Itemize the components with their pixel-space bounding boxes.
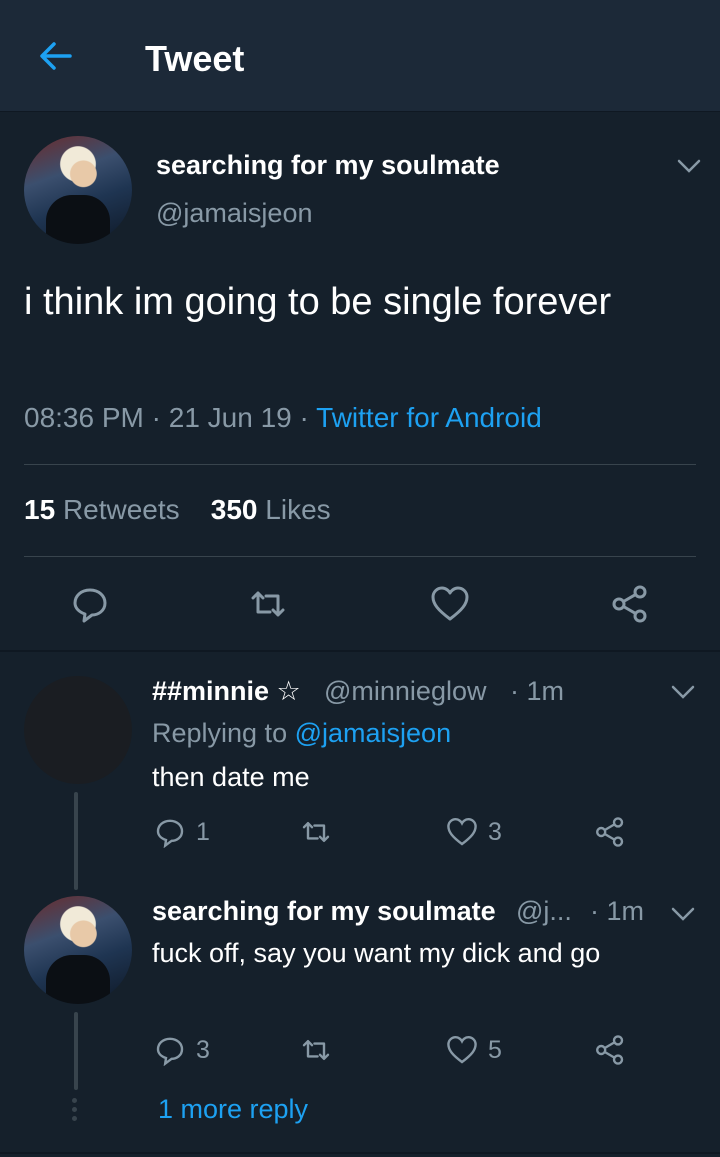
reply-count: 1 [196,817,210,846]
likes-label: Likes [265,494,331,525]
back-arrow-icon[interactable] [36,36,76,76]
section-divider [0,1152,720,1154]
tweet-time: 08:36 PM [24,402,144,433]
replying-prefix: Replying to [152,718,288,748]
like-button[interactable]: 5 [446,1034,502,1066]
tweet-date: 21 Jun 19 [168,402,292,433]
like-count: 3 [488,817,502,846]
author-name[interactable]: searching for my soulmate [156,150,500,181]
like-icon [447,817,477,846]
top-bar: Tweet [0,0,720,112]
share-icon[interactable] [610,584,650,624]
likes-count: 350 [210,494,258,525]
divider [24,556,696,557]
retweets-stat[interactable]: 15 Retweets [24,494,180,525]
chevron-down-icon[interactable] [670,906,696,922]
reply-time: · 1m [510,676,564,706]
author-handle[interactable]: @jamaisjeon [156,198,312,229]
reply-text: then date me [152,762,310,792]
more-replies-link[interactable]: 1 more reply [158,1094,308,1125]
reply-author-name[interactable]: searching for my soulmate [152,896,496,927]
share-icon [596,1035,624,1065]
reply-avatar[interactable] [24,676,132,784]
reply-button[interactable]: 3 [154,1034,210,1066]
meta-separator: · [151,402,161,433]
section-divider [0,650,720,652]
divider [24,464,696,465]
tweet-meta: 08:36 PM · 21 Jun 19 · Twitter for Andro… [24,402,542,434]
tweet-stats: 15 Retweets 350 Likes [24,494,331,526]
likes-stat[interactable]: 350 Likes [211,494,331,525]
tweet-source-link[interactable]: Twitter for Android [316,402,542,433]
like-button[interactable]: 3 [446,816,502,848]
reply-icon [156,819,184,848]
chevron-down-icon[interactable] [676,158,702,174]
reply-author-handle[interactable]: @minnieglow [324,676,486,707]
like-icon[interactable] [430,584,470,624]
reply-author-handle[interactable]: @j... [516,896,572,927]
retweet-button[interactable] [300,816,342,848]
tweet-text: i think im going to be single forever [24,281,612,323]
reply-button[interactable]: 1 [154,816,210,848]
author-avatar[interactable] [24,136,132,244]
reply-icon [156,1037,184,1066]
like-icon [447,1035,477,1064]
thread-dots [72,1098,78,1125]
retweet-icon[interactable] [248,584,288,624]
reply-author-name[interactable]: ##minnie ☆ [152,676,301,707]
replying-to: Replying to @jamaisjeon [152,718,451,749]
retweet-button[interactable] [300,1034,342,1066]
reply-avatar[interactable] [24,896,132,1004]
reply-time: · 1m [590,896,644,926]
reply-icon[interactable] [70,584,110,624]
retweets-count: 15 [24,494,56,525]
share-icon [596,817,624,847]
retweets-label: Retweets [62,494,180,525]
meta-separator: · [299,402,309,433]
share-button[interactable] [594,1034,626,1066]
retweet-icon [302,822,330,842]
thread-line [74,792,78,890]
share-button[interactable] [594,816,626,848]
page-title: Tweet [145,38,245,79]
thread-line [74,1012,78,1090]
replying-to-handle[interactable]: @jamaisjeon [295,718,451,748]
like-count: 5 [488,1035,502,1064]
chevron-down-icon[interactable] [670,684,696,700]
reply-text: fuck off, say you want my dick and go [152,938,601,968]
reply-count: 3 [196,1035,210,1064]
retweet-icon [302,1040,330,1060]
